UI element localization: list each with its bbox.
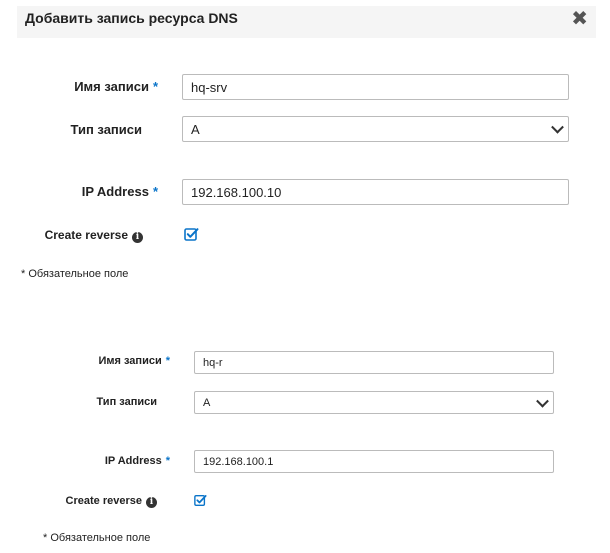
record-type-label-text: Тип записи — [70, 122, 143, 137]
checkbox-checked-icon[interactable] — [194, 494, 207, 507]
chevron-down-icon — [551, 120, 564, 134]
record-name-input[interactable]: hq-r — [194, 351, 554, 374]
record-name-label-text: Имя записи — [74, 79, 149, 94]
info-icon[interactable]: i — [146, 497, 157, 508]
record-type-select[interactable]: A — [194, 391, 554, 414]
ip-address-input[interactable]: 192.168.100.10 — [182, 179, 569, 205]
create-reverse-label-text: Create reverse — [44, 228, 128, 242]
required-asterisk: * — [165, 455, 170, 467]
ip-address-label: IP Address * — [50, 455, 170, 467]
ip-address-value: 192.168.100.1 — [203, 455, 274, 468]
info-icon[interactable]: i — [132, 232, 143, 243]
create-reverse-label: Create reverse i — [30, 495, 157, 508]
record-name-label: Имя записи * — [40, 79, 158, 94]
create-reverse-label-text: Create reverse — [65, 495, 142, 507]
record-name-value: hq-r — [203, 356, 223, 369]
record-type-label-text: Тип записи — [96, 396, 158, 408]
record-name-value: hq-srv — [191, 79, 228, 95]
close-icon[interactable]: ✖ — [571, 9, 588, 29]
record-type-label: Тип записи — [40, 122, 143, 137]
record-name-label-text: Имя записи — [98, 355, 162, 367]
ip-address-value: 192.168.100.10 — [191, 184, 282, 200]
required-field-note: * Обязательное поле — [43, 532, 151, 544]
ip-address-label-text: IP Address — [104, 455, 162, 467]
checkbox-checked-icon[interactable] — [184, 227, 199, 242]
record-type-value: A — [203, 396, 211, 409]
chevron-down-icon — [536, 394, 549, 408]
required-field-note: * Обязательное поле — [21, 268, 129, 280]
required-asterisk: * — [152, 184, 158, 199]
ip-address-input[interactable]: 192.168.100.1 — [194, 450, 554, 473]
record-type-label: Тип записи — [50, 396, 158, 408]
ip-address-label: IP Address * — [40, 184, 158, 199]
required-asterisk: * — [165, 355, 170, 367]
record-name-label: Имя записи * — [50, 355, 170, 367]
create-reverse-label: Create reverse i — [10, 228, 143, 243]
required-asterisk: * — [152, 79, 158, 94]
record-type-select[interactable]: A — [182, 116, 569, 142]
record-name-input[interactable]: hq-srv — [182, 74, 569, 100]
dialog-header: Добавить запись ресурса DNS ✖ — [17, 6, 596, 38]
record-type-value: A — [191, 121, 200, 137]
ip-address-label-text: IP Address — [81, 184, 149, 199]
dialog-title: Добавить запись ресурса DNS — [25, 10, 238, 26]
